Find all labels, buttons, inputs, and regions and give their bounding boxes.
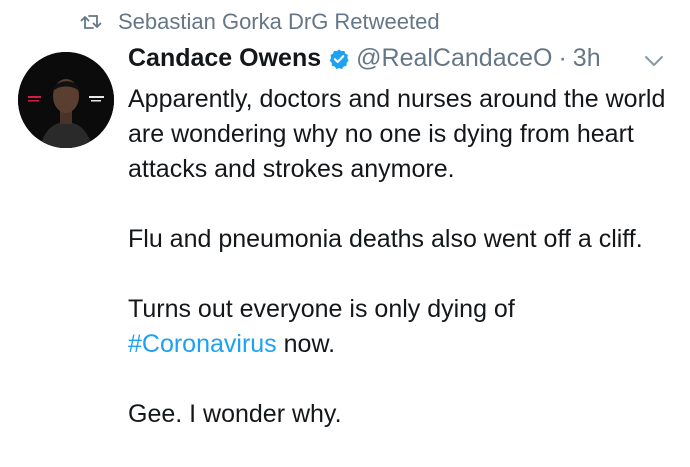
avatar[interactable]	[18, 52, 114, 148]
chevron-down-icon[interactable]	[644, 54, 664, 73]
separator-dot: ·	[558, 44, 567, 72]
tweet-paragraph: Flu and pneumonia deaths also went off a…	[128, 225, 643, 253]
retweet-label: Sebastian Gorka DrG Retweeted	[118, 9, 440, 34]
tweet-paragraph: Turns out everyone is only dying of #Coro…	[128, 292, 676, 362]
author-name[interactable]: Candace Owens	[128, 44, 321, 73]
tweet-paragraph: Gee. I wonder why.	[128, 400, 342, 428]
retweet-icon	[80, 13, 102, 31]
retweet-context[interactable]: Sebastian Gorka DrG Retweeted	[80, 6, 440, 38]
tweet-header: Candace Owens @RealCandaceO · 3h	[128, 44, 601, 73]
tweet-timestamp[interactable]: 3h	[573, 44, 601, 73]
tweet-text-segment: now.	[283, 330, 336, 358]
tweet-paragraph: Apparently, doctors and nurses around th…	[128, 85, 666, 183]
author-handle[interactable]: @RealCandaceO	[356, 44, 552, 73]
hashtag-link[interactable]: #Coronavirus	[128, 330, 277, 358]
tweet-text: Apparently, doctors and nurses around th…	[128, 82, 676, 467]
tweet-text-segment: Turns out everyone is only dying of	[128, 295, 515, 323]
verified-badge-icon	[328, 48, 350, 70]
avatar-image	[18, 52, 114, 148]
